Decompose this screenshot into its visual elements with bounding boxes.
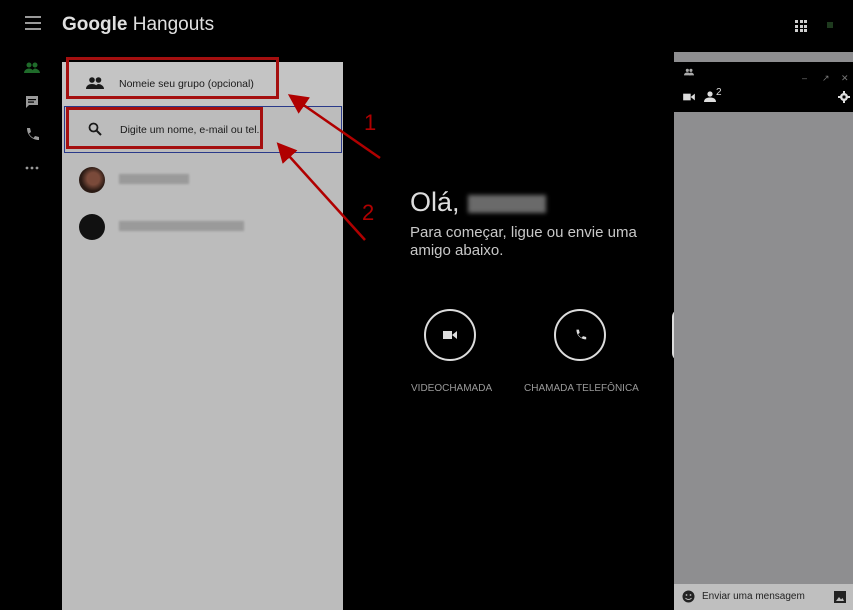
message-input-placeholder: Enviar uma mensagem bbox=[702, 591, 805, 602]
contact-item[interactable] bbox=[62, 208, 343, 248]
video-icon[interactable] bbox=[683, 92, 695, 102]
phone-call-button[interactable] bbox=[554, 309, 606, 361]
annotation-label-1: 1 bbox=[364, 110, 377, 135]
video-call-label: VIDEOCHAMADA bbox=[411, 383, 493, 394]
phone-call-label: CHAMADA TELEFÔNICA bbox=[524, 383, 639, 394]
group-icon bbox=[684, 68, 694, 76]
welcome-message: Para começar, ligue ou envie uma amigo a… bbox=[410, 224, 637, 259]
video-icon bbox=[443, 331, 457, 339]
avatar bbox=[79, 214, 105, 240]
people-icon[interactable] bbox=[24, 60, 40, 76]
chat-input-bar[interactable]: Enviar uma mensagem bbox=[674, 584, 853, 610]
more-icon[interactable] bbox=[24, 160, 40, 176]
app-title: Google Hangouts bbox=[62, 14, 215, 35]
emoji-icon[interactable] bbox=[682, 590, 695, 603]
chat-title-bar: – ↗ ✕ bbox=[674, 62, 853, 83]
menu-icon[interactable] bbox=[25, 16, 41, 30]
annotation-box-2 bbox=[66, 107, 263, 149]
annotation-box-1 bbox=[66, 57, 279, 99]
phone-icon bbox=[576, 329, 587, 340]
apps-icon[interactable] bbox=[795, 20, 807, 32]
chat-window: – ↗ ✕ 2 Enviar uma mensagem bbox=[674, 52, 853, 610]
participant-count: 2 bbox=[716, 87, 722, 98]
avatar bbox=[79, 167, 105, 193]
user-name-redacted bbox=[467, 194, 546, 213]
person-icon[interactable] bbox=[704, 91, 716, 102]
contact-item[interactable] bbox=[62, 161, 343, 201]
welcome-greeting: Olá, bbox=[410, 187, 546, 218]
top-bar: Google Hangouts bbox=[0, 0, 853, 52]
image-icon[interactable] bbox=[834, 591, 846, 603]
contact-name-redacted bbox=[119, 174, 189, 184]
annotation-label-2: 2 bbox=[362, 200, 375, 225]
settings-icon[interactable] bbox=[838, 91, 850, 103]
video-call-button[interactable] bbox=[424, 309, 476, 361]
contact-name-redacted bbox=[119, 221, 244, 231]
phone-icon[interactable] bbox=[24, 126, 40, 142]
chat-toolbar: 2 bbox=[674, 82, 853, 112]
chat-icon[interactable] bbox=[24, 94, 40, 110]
account-avatar[interactable] bbox=[827, 22, 833, 28]
left-rail bbox=[0, 52, 62, 610]
